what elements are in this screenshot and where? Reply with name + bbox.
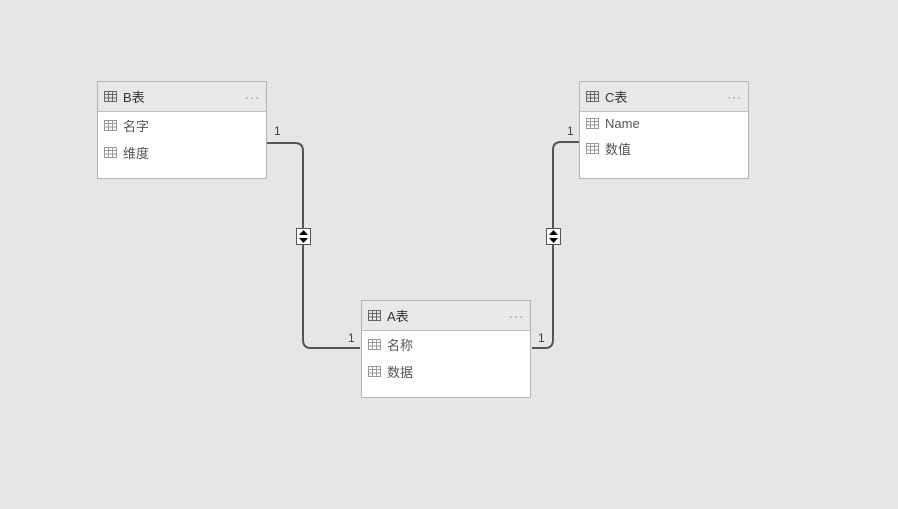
table-fields: 名称 数据 (362, 331, 530, 397)
table-card-a[interactable]: A表 ··· 名称 数据 (361, 300, 531, 398)
cardinality-label: 1 (274, 124, 281, 138)
field-label: 数据 (387, 362, 413, 381)
column-icon (586, 143, 599, 154)
field-row[interactable]: 维度 (98, 139, 266, 166)
column-icon (104, 120, 117, 131)
relationship-lines (0, 0, 898, 509)
table-title: C表 (605, 87, 721, 106)
more-options-icon[interactable]: ··· (727, 90, 742, 104)
field-label: 名字 (123, 116, 149, 135)
field-row[interactable]: 名称 (362, 331, 530, 358)
relation-b-a[interactable] (267, 143, 360, 348)
more-options-icon[interactable]: ··· (245, 90, 260, 104)
model-canvas[interactable]: 1 1 1 1 B表 ··· 名字 维度 (0, 0, 898, 509)
column-icon (586, 118, 599, 129)
table-header[interactable]: A表 ··· (362, 301, 530, 331)
cardinality-label: 1 (348, 331, 355, 345)
field-row[interactable]: 数据 (362, 358, 530, 385)
table-card-c[interactable]: C表 ··· Name 数值 (579, 81, 749, 179)
table-icon (104, 91, 117, 102)
field-label: 维度 (123, 143, 149, 162)
cross-filter-both-icon (296, 228, 311, 245)
field-label: Name (605, 116, 640, 131)
more-options-icon[interactable]: ··· (509, 309, 524, 323)
table-title: A表 (387, 306, 503, 325)
column-icon (368, 339, 381, 350)
cardinality-label: 1 (538, 331, 545, 345)
table-header[interactable]: B表 ··· (98, 82, 266, 112)
table-fields: Name 数值 (580, 112, 748, 178)
table-card-b[interactable]: B表 ··· 名字 维度 (97, 81, 267, 179)
table-icon (586, 91, 599, 102)
field-row[interactable]: Name (580, 112, 748, 135)
cross-filter-both-icon (546, 228, 561, 245)
field-row[interactable]: 数值 (580, 135, 748, 162)
field-label: 名称 (387, 335, 413, 354)
table-header[interactable]: C表 ··· (580, 82, 748, 112)
column-icon (368, 366, 381, 377)
table-icon (368, 310, 381, 321)
field-row[interactable]: 名字 (98, 112, 266, 139)
cardinality-label: 1 (567, 124, 574, 138)
table-fields: 名字 维度 (98, 112, 266, 178)
relation-c-a[interactable] (532, 142, 579, 348)
column-icon (104, 147, 117, 158)
field-label: 数值 (605, 139, 631, 158)
table-title: B表 (123, 87, 239, 106)
